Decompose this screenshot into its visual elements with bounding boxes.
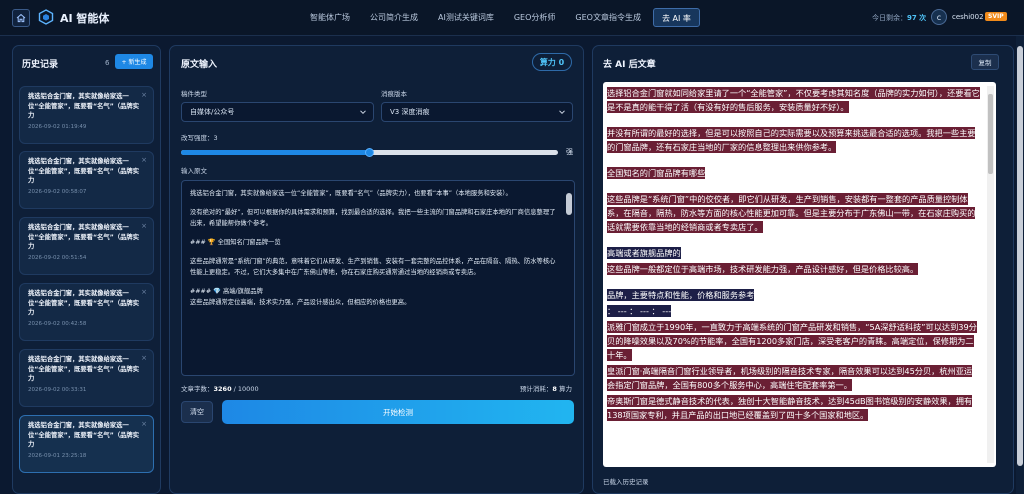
close-icon[interactable]: ×	[141, 288, 147, 296]
close-icon[interactable]: ×	[141, 222, 147, 230]
vip-badge: SVIP	[985, 12, 1007, 21]
type-label: 稿件类型	[181, 90, 207, 98]
strength-label: 改写强度：3	[181, 134, 218, 142]
nav-keyword-library[interactable]: AI测试关键词库	[430, 8, 502, 27]
history-item-date: 2026-09-02 00:58:07	[28, 188, 87, 195]
version-label: 消痕版本	[381, 90, 407, 98]
history-item[interactable]: 挑选铝合金门窗，其实就像给家选一位“全能管家”，既要看“名气”（品牌实力 202…	[19, 217, 154, 275]
output-title: 去 AI 后文章	[603, 60, 656, 70]
clear-button[interactable]: 清空	[181, 401, 213, 423]
nav-geo-analyst[interactable]: GEO分析师	[506, 8, 564, 27]
output-panel: 去 AI 后文章 复制 选择铝合金门窗就如同给家里请了一个“全能管家”，不仅要考…	[592, 45, 1014, 494]
source-paragraph: ### 🏆 全国知名门窗品牌一览	[190, 239, 281, 246]
nav-remove-ai[interactable]: 去 AI 率	[652, 8, 700, 27]
version-select[interactable]: V3 深度消痕	[381, 102, 573, 122]
copy-button[interactable]: 复制	[971, 54, 999, 70]
history-item-active[interactable]: 挑选铝合金门窗，其实就像给家选一位“全能管家”，既要看“名气”（品牌实力 202…	[19, 415, 154, 473]
chevron-down-icon	[559, 110, 565, 115]
page-scrollbar[interactable]	[1016, 36, 1024, 494]
output-line: 品牌，主要特点和性能，价格和服务参考	[607, 289, 755, 301]
home-button[interactable]	[12, 9, 30, 27]
output-line: 这些品牌是“系统门窗”中的佼佼者，即它们从研发，生产到销售，安装都有一整套的产品…	[607, 193, 976, 233]
home-icon	[16, 13, 26, 23]
output-line: 派雅门窗成立于1990年，一直致力于高端系统的门窗产品研发和销售，“5A深舒适科…	[607, 321, 977, 361]
close-icon[interactable]: ×	[141, 354, 147, 362]
chevron-down-icon	[360, 110, 366, 115]
compute-badge: 算力 0	[532, 53, 572, 71]
history-item-text: 挑选铝合金门窗，其实就像给家选一位“全能管家”，既要看“名气”（品牌实力	[28, 356, 140, 382]
history-item[interactable]: 挑选铝合金门窗，其实就像给家选一位“全能管家”，既要看“名气”（品牌实力 202…	[19, 283, 154, 341]
strength-slider-handle[interactable]	[365, 148, 374, 157]
top-navbar: AI 智能体 智能体广场 公司简介生成 AI测试关键词库 GEO分析师 GEO文…	[0, 0, 1024, 36]
output-line: 全国知名的门窗品牌有哪些	[607, 167, 706, 179]
close-icon[interactable]: ×	[141, 420, 147, 428]
estimated-cost: 预计消耗：8 算力	[519, 385, 572, 393]
history-item-date: 2026-09-02 01:19:49	[28, 123, 87, 130]
output-line: 高端或者旗舰品牌的	[607, 247, 681, 259]
new-generate-button[interactable]: + 新生成	[115, 54, 153, 69]
history-item-text: 挑选铝合金门窗，其实就像给家选一位“全能管家”，既要看“名气”（品牌实力	[28, 422, 140, 448]
history-item-text: 挑选铝合金门窗，其实就像给家选一位“全能管家”，既要看“名气”（品牌实力	[28, 158, 140, 184]
history-item-text: 挑选铝合金门窗，其实就像给家选一位“全能管家”，既要看“名气”（品牌实力	[28, 290, 140, 316]
main-nav: 智能体广场 公司简介生成 AI测试关键词库 GEO分析师 GEO文章指令生成 去…	[302, 8, 704, 27]
strength-slider-fill	[181, 150, 370, 155]
output-scrollbar[interactable]	[987, 86, 994, 463]
brand-logo-icon	[38, 9, 54, 25]
source-text-label: 输入原文	[181, 167, 207, 175]
nav-geo-article[interactable]: GEO文章指令生成	[567, 8, 649, 27]
source-textarea[interactable]: 挑选铝合金门窗，其实就像给家选一位“全能管家”，既要看“名气”（品牌实力），也要…	[181, 180, 575, 376]
output-line: ： --- ： --- ： ---	[607, 305, 672, 317]
nav-company-intro[interactable]: 公司简介生成	[362, 8, 426, 27]
textarea-scrollbar[interactable]	[566, 185, 572, 371]
nav-agent-square[interactable]: 智能体广场	[302, 8, 358, 27]
history-item[interactable]: 挑选铝合金门窗，其实就像给家选一位“全能管家”，既要看“名气”（品牌实力 202…	[19, 86, 154, 144]
source-paragraph: #### 💎 高端/旗舰品牌 这些品牌通常定位高端，技术实力强，产品设计感出众，…	[190, 288, 411, 306]
output-line: 帝奥斯门窗是德式静音技术的代表，独创十大智能静音技术，达到45dB图书馆级别的安…	[607, 395, 973, 421]
history-item-text: 挑选铝合金门窗，其实就像给家选一位“全能管家”，既要看“名气”（品牌实力	[28, 93, 140, 119]
compute-value: 0	[558, 57, 565, 67]
history-item-date: 2026-09-02 00:51:54	[28, 254, 87, 261]
scrollbar-thumb[interactable]	[988, 94, 993, 174]
output-lines: 选择铝合金门窗就如同给家里请了一个“全能管家”，不仅要考虑其知名度（品牌的实力如…	[607, 86, 980, 422]
source-paragraph: 没有绝对的“最好”，但可以根据你的具体需求和预算，找到最合适的选择。我把一些主流…	[190, 209, 556, 227]
output-line: 选择铝合金门窗就如同给家里请了一个“全能管家”，不仅要考虑其知名度（品牌的实力如…	[607, 87, 980, 113]
input-title: 原文输入	[181, 60, 218, 70]
type-select-value: 自媒体/公众号	[190, 108, 235, 116]
output-line: 这些品牌一般都定位于高端市场，技术研发能力强，产品设计感好，但是价格比较高。	[607, 263, 919, 275]
output-line: 皇派门窗·高端隔音门窗行业领导者，机场级别的隔音技术专家，隔音效果可以达到45分…	[607, 365, 973, 391]
strength-slider[interactable]	[181, 148, 558, 157]
history-item-text: 挑选铝合金门窗，其实就像给家选一位“全能管家”，既要看“名气”（品牌实力	[28, 224, 140, 250]
output-line: 并没有所谓的最好的选择，但是可以按照自己的实际需要以及预算来挑选最合适的选项。我…	[607, 127, 976, 153]
input-panel: 原文输入 算力 0 稿件类型 自媒体/公众号 消痕版本 V3 深度消痕 改写强度…	[169, 45, 584, 494]
history-item[interactable]: 挑选铝合金门窗，其实就像给家选一位“全能管家”，既要看“名气”（品牌实力 202…	[19, 349, 154, 407]
char-count: 文章字数：3260 / 10000	[181, 385, 259, 393]
username[interactable]: ceshi002	[952, 13, 984, 21]
history-panel: 历史记录 6 + 新生成 挑选铝合金门窗，其实就像给家选一位“全能管家”，既要看…	[12, 45, 161, 494]
char-count-value: 3260	[213, 385, 232, 393]
scrollbar-thumb[interactable]	[1017, 46, 1023, 466]
brand-name: AI 智能体	[60, 12, 110, 25]
close-icon[interactable]: ×	[141, 156, 147, 164]
history-count: 6	[105, 59, 110, 67]
type-select[interactable]: 自媒体/公众号	[181, 102, 374, 122]
output-status: 已载入历史记录	[603, 478, 649, 486]
scrollbar-thumb[interactable]	[566, 193, 572, 215]
history-item-date: 2026-09-02 00:42:58	[28, 320, 87, 327]
remaining-quota: 今日剩余：97 次	[872, 14, 927, 22]
history-title: 历史记录	[22, 60, 59, 70]
history-item-date: 2026-09-01 23:25:18	[28, 452, 87, 459]
avatar[interactable]: c	[931, 9, 947, 25]
source-paragraph: 挑选铝合金门窗，其实就像给家选一位“全能管家”，既要看“名气”（品牌实力），也要…	[190, 190, 512, 197]
close-icon[interactable]: ×	[141, 91, 147, 99]
output-text-area[interactable]: 选择铝合金门窗就如同给家里请了一个“全能管家”，不仅要考虑其知名度（品牌的实力如…	[603, 82, 996, 467]
history-item-date: 2026-09-02 00:33:31	[28, 386, 87, 393]
strength-max-label: 强	[566, 148, 573, 156]
version-select-value: V3 深度消痕	[390, 108, 430, 116]
remaining-quota-value: 97 次	[907, 14, 927, 22]
start-detect-button[interactable]: 开始检测	[222, 400, 574, 424]
source-paragraph: 这些品牌通常是“系统门窗”的典范，意味着它们从研发、生产到销售、安装有一套完整的…	[190, 258, 556, 276]
history-item[interactable]: 挑选铝合金门窗，其实就像给家选一位“全能管家”，既要看“名气”（品牌实力 202…	[19, 151, 154, 209]
